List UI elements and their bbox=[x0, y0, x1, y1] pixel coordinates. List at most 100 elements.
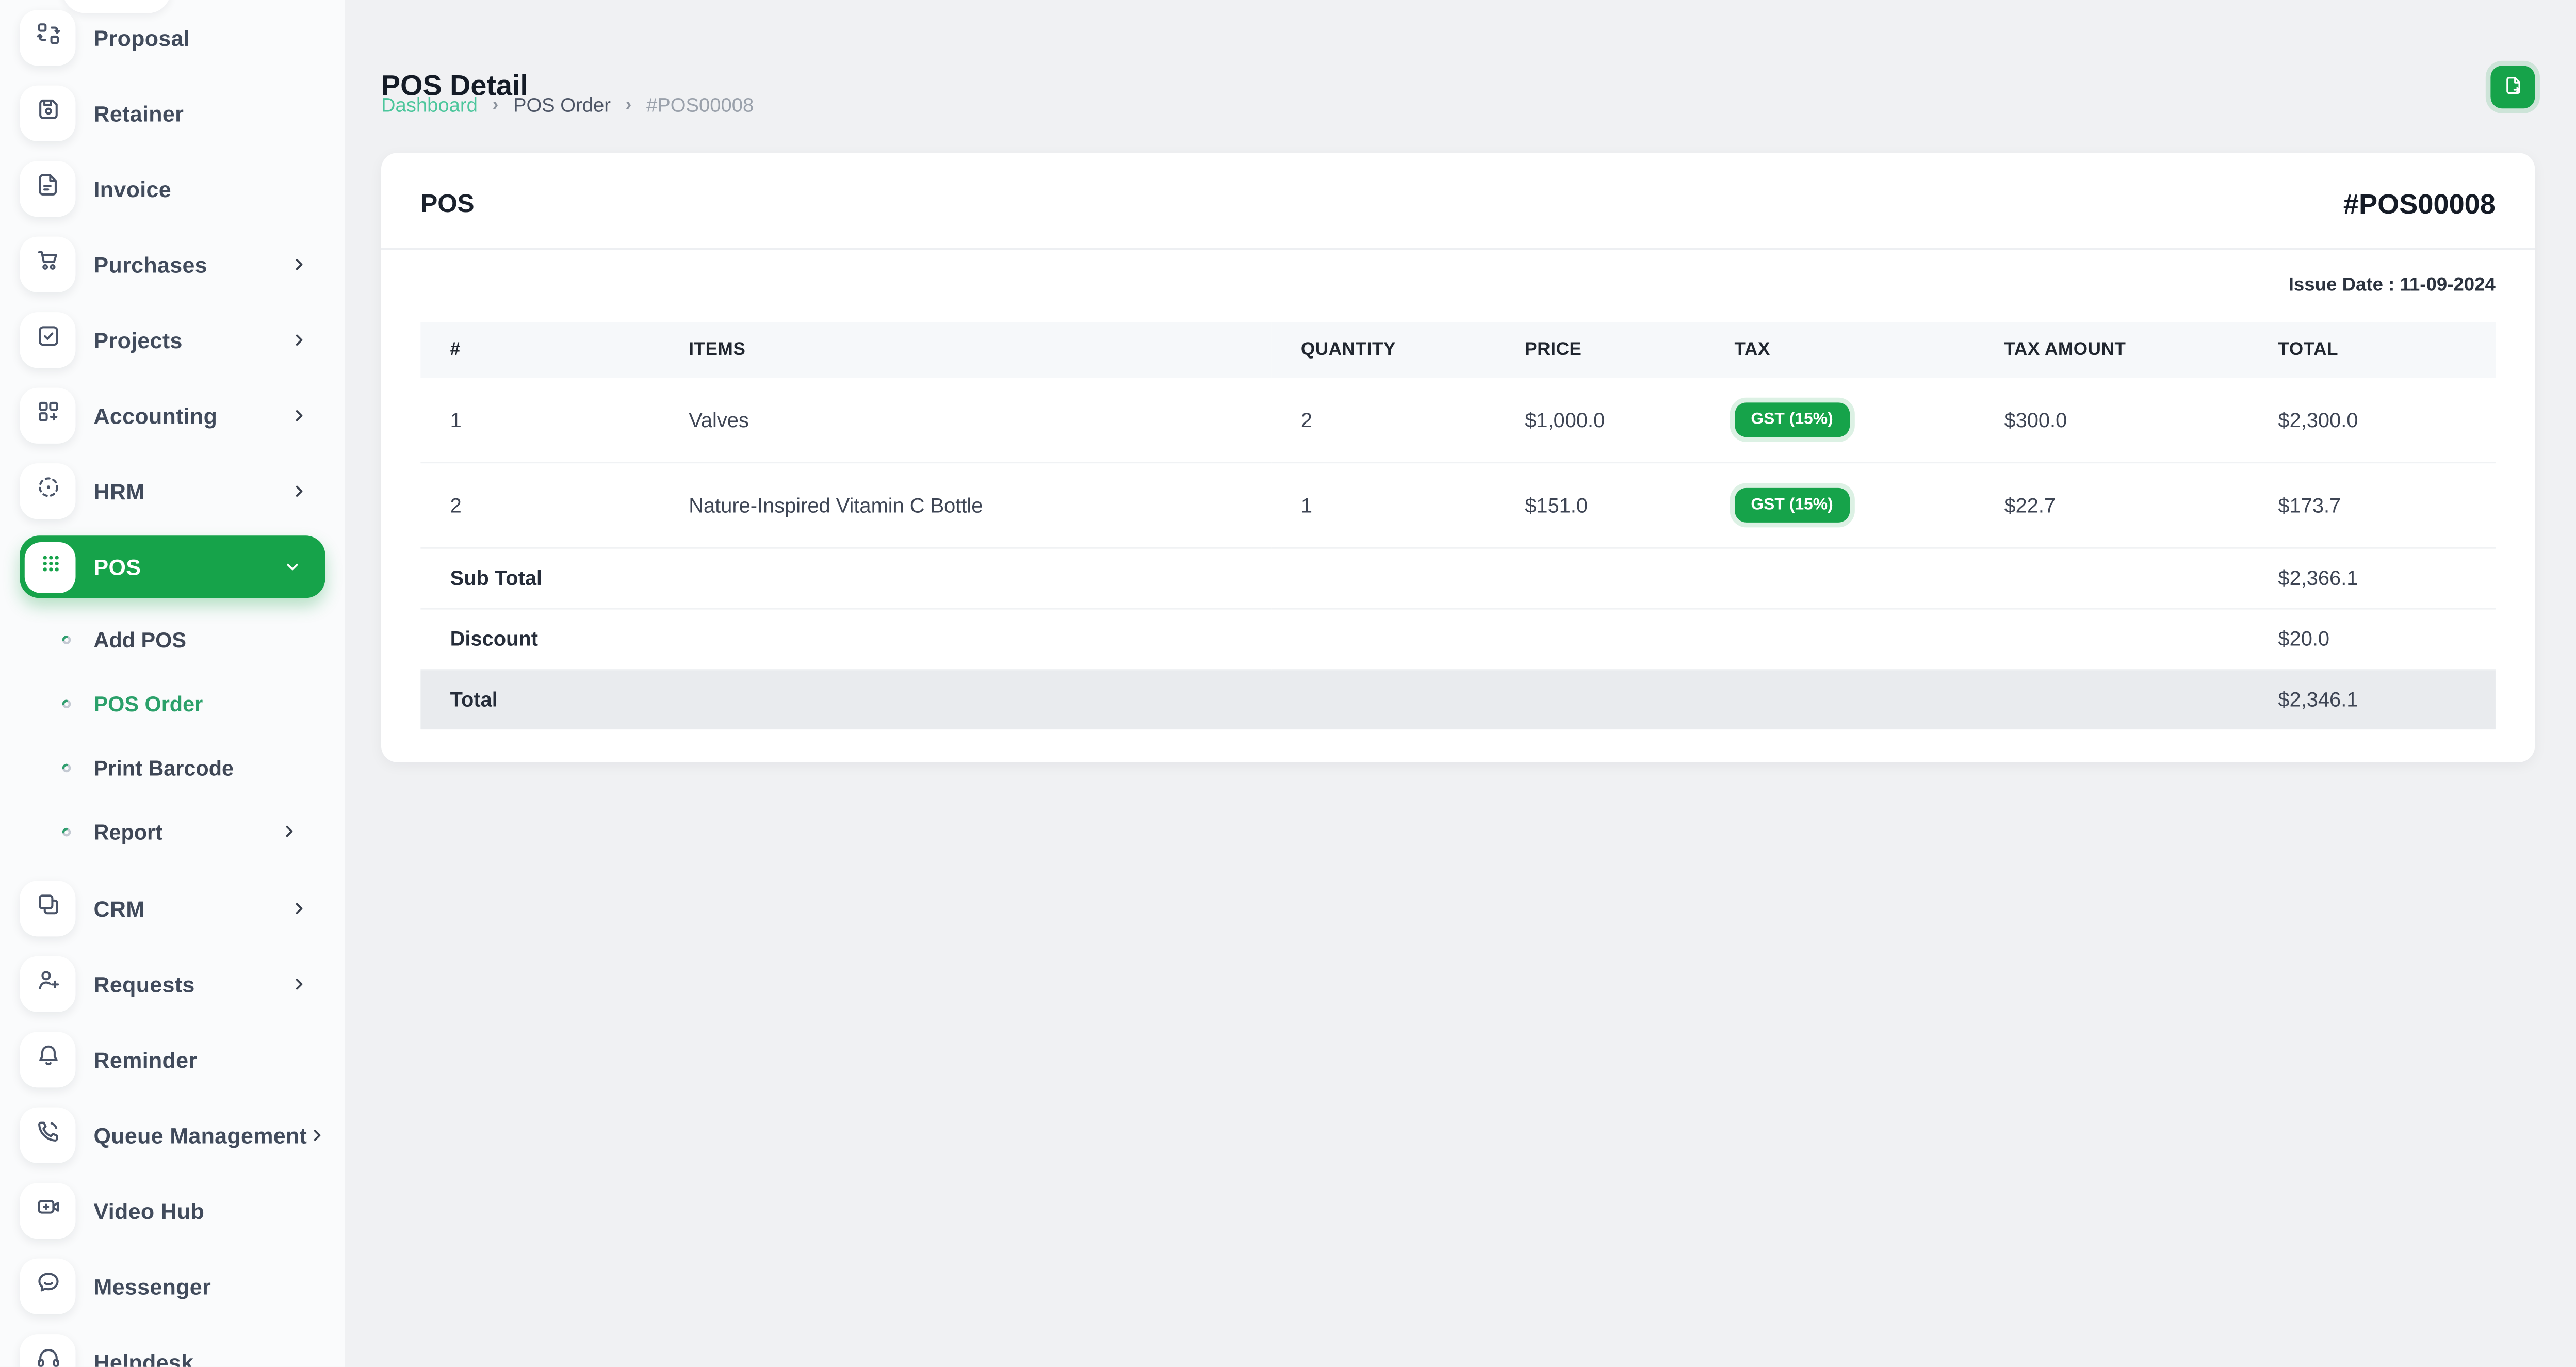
sidebar-item-queue-management[interactable]: Queue Management bbox=[20, 1108, 325, 1163]
sidebar-item-label: Accounting bbox=[94, 403, 218, 428]
summary-label: Discount bbox=[420, 609, 2248, 670]
row-total: $173.7 bbox=[2248, 463, 2496, 548]
summary-value: $2,366.1 bbox=[2248, 548, 2496, 609]
sidebar-item-messenger[interactable]: Messenger bbox=[20, 1259, 325, 1314]
sidebar-item-pos-active[interactable]: POS bbox=[20, 535, 325, 598]
queue-icon bbox=[34, 1117, 61, 1153]
sidebar-nav-bottom: CRM Requests Reminder Queue Management Video… bbox=[20, 881, 325, 1367]
price: $151.0 bbox=[1495, 463, 1705, 548]
icon-chip bbox=[20, 463, 75, 519]
table-row: 1Valves2$1,000.0GST (15%)$300.0$2,300.0 bbox=[420, 378, 2496, 463]
summary-row-discount: Discount$20.0 bbox=[420, 609, 2496, 670]
icon-chip bbox=[20, 1259, 75, 1314]
pos-order-number: #POS00008 bbox=[2343, 189, 2496, 222]
issue-date-row: Issue Date : 11-09-2024 bbox=[420, 276, 2496, 296]
sidebar-item-projects[interactable]: Projects bbox=[20, 312, 325, 368]
column-header-quantity: QUANTITY bbox=[1271, 322, 1495, 378]
column-header-total: TOTAL bbox=[2248, 322, 2496, 378]
file-export-icon bbox=[2501, 73, 2524, 101]
card-header: POS #POS00008 bbox=[420, 153, 2496, 222]
sidebar-item-label: Projects bbox=[94, 328, 183, 352]
sidebar-item-label: POS bbox=[94, 555, 141, 579]
card-title: POS bbox=[420, 190, 474, 220]
chevron-right-icon bbox=[279, 821, 299, 841]
column-header-price: PRICE bbox=[1495, 322, 1705, 378]
sidebar-nav-top: Proposal Retainer Invoice Purchases Projects… bbox=[20, 10, 325, 519]
tax-amount: $300.0 bbox=[1975, 378, 2248, 463]
column-header-tax: TAX bbox=[1705, 322, 1975, 378]
sidebar: Proposal Retainer Invoice Purchases Projects… bbox=[0, 0, 345, 1367]
breadcrumb-item-pos-order[interactable]: POS Order bbox=[513, 94, 611, 117]
sidebar-subitem-pos-order[interactable]: POS Order bbox=[56, 682, 325, 725]
sidebar-item-helpdesk[interactable]: Helpdesk bbox=[20, 1334, 325, 1367]
chevron-right-icon bbox=[289, 406, 309, 426]
sub-bullet-icon bbox=[56, 628, 77, 649]
table-header-row: #ITEMSQUANTITYPRICETAXTAX AMOUNTTOTAL bbox=[420, 322, 2496, 378]
sidebar-subitem-print-barcode[interactable]: Print Barcode bbox=[56, 746, 325, 789]
sidebar-item-video-hub[interactable]: Video Hub bbox=[20, 1183, 325, 1239]
tax-badge-cell: GST (15%) bbox=[1705, 378, 1975, 463]
sub-bullet-icon bbox=[56, 757, 77, 778]
chevron-right-icon bbox=[289, 974, 309, 994]
sidebar-subitem-label: Add POS bbox=[94, 627, 186, 652]
pos-submenu: Add POS POS Order Print Barcode Report bbox=[20, 611, 325, 881]
summary-row-sub-total: Sub Total$2,366.1 bbox=[420, 548, 2496, 609]
item-name: Valves bbox=[659, 378, 1271, 463]
crm-icon bbox=[34, 890, 61, 926]
messenger-icon bbox=[34, 1268, 61, 1305]
sidebar-item-hrm[interactable]: HRM bbox=[20, 463, 325, 519]
main-content: POS Detail Dashboard›POS Order›#POS00008… bbox=[345, 0, 2576, 1367]
video-icon bbox=[34, 1193, 61, 1229]
tax-badge: GST (15%) bbox=[1735, 488, 1850, 523]
sidebar-item-retainer[interactable]: Retainer bbox=[20, 86, 325, 141]
icon-chip bbox=[20, 1108, 75, 1163]
sidebar-item-purchases[interactable]: Purchases bbox=[20, 237, 325, 292]
table-row: 2Nature-Inspired Vitamin C Bottle1$151.0… bbox=[420, 463, 2496, 548]
chevron-right-icon bbox=[289, 899, 309, 918]
sidebar-item-label: Helpdesk bbox=[94, 1349, 194, 1366]
retainer-icon bbox=[34, 95, 61, 132]
column-header-: # bbox=[420, 322, 659, 378]
sidebar-item-accounting[interactable]: Accounting bbox=[20, 388, 325, 444]
breadcrumb-item-pos00008: #POS00008 bbox=[646, 94, 754, 117]
summary-value: $20.0 bbox=[2248, 609, 2496, 670]
issue-date-value: 11-09-2024 bbox=[2400, 276, 2496, 296]
icon-chip bbox=[20, 388, 75, 444]
sidebar-item-requests[interactable]: Requests bbox=[20, 956, 325, 1012]
quantity: 1 bbox=[1271, 463, 1495, 548]
sidebar-item-label: HRM bbox=[94, 479, 145, 503]
accounting-icon bbox=[34, 398, 61, 434]
sidebar-nav-pos: POS bbox=[20, 535, 325, 598]
proposal-icon bbox=[34, 20, 61, 56]
row-total: $2,300.0 bbox=[2248, 378, 2496, 463]
breadcrumb-separator: › bbox=[493, 95, 499, 115]
pos-detail-card: POS #POS00008 Issue Date : 11-09-2024 #I… bbox=[381, 153, 2535, 762]
export-pos-button[interactable] bbox=[2490, 66, 2535, 108]
reminder-icon bbox=[34, 1041, 61, 1078]
quantity: 2 bbox=[1271, 378, 1495, 463]
chevron-right-icon bbox=[289, 255, 309, 274]
sidebar-item-crm[interactable]: CRM bbox=[20, 881, 325, 936]
icon-chip bbox=[20, 1334, 75, 1367]
sidebar-item-reminder[interactable]: Reminder bbox=[20, 1032, 325, 1087]
sidebar-subitem-add-pos[interactable]: Add POS bbox=[56, 618, 325, 661]
sidebar-item-proposal[interactable]: Proposal bbox=[20, 10, 325, 66]
sidebar-item-label: Proposal bbox=[94, 25, 190, 50]
sidebar-item-label: Queue Management bbox=[94, 1123, 307, 1148]
icon-chip bbox=[20, 86, 75, 141]
projects-icon bbox=[34, 322, 61, 358]
icon-chip bbox=[20, 1183, 75, 1239]
card-divider bbox=[381, 248, 2535, 250]
sidebar-subitem-report[interactable]: Report bbox=[56, 810, 325, 853]
invoice-icon bbox=[34, 171, 61, 207]
sidebar-item-label: CRM bbox=[94, 896, 145, 921]
sub-bullet-icon bbox=[56, 821, 77, 842]
sidebar-item-label: Invoice bbox=[94, 176, 171, 201]
breadcrumb-item-dashboard[interactable]: Dashboard bbox=[381, 94, 478, 117]
icon-chip bbox=[25, 541, 76, 592]
sidebar-item-label: Requests bbox=[94, 972, 195, 997]
tax-amount: $22.7 bbox=[1975, 463, 2248, 548]
sidebar-subitem-label: POS Order bbox=[94, 691, 203, 715]
sidebar-item-invoice[interactable]: Invoice bbox=[20, 161, 325, 217]
column-header-tax-amount: TAX AMOUNT bbox=[1975, 322, 2248, 378]
